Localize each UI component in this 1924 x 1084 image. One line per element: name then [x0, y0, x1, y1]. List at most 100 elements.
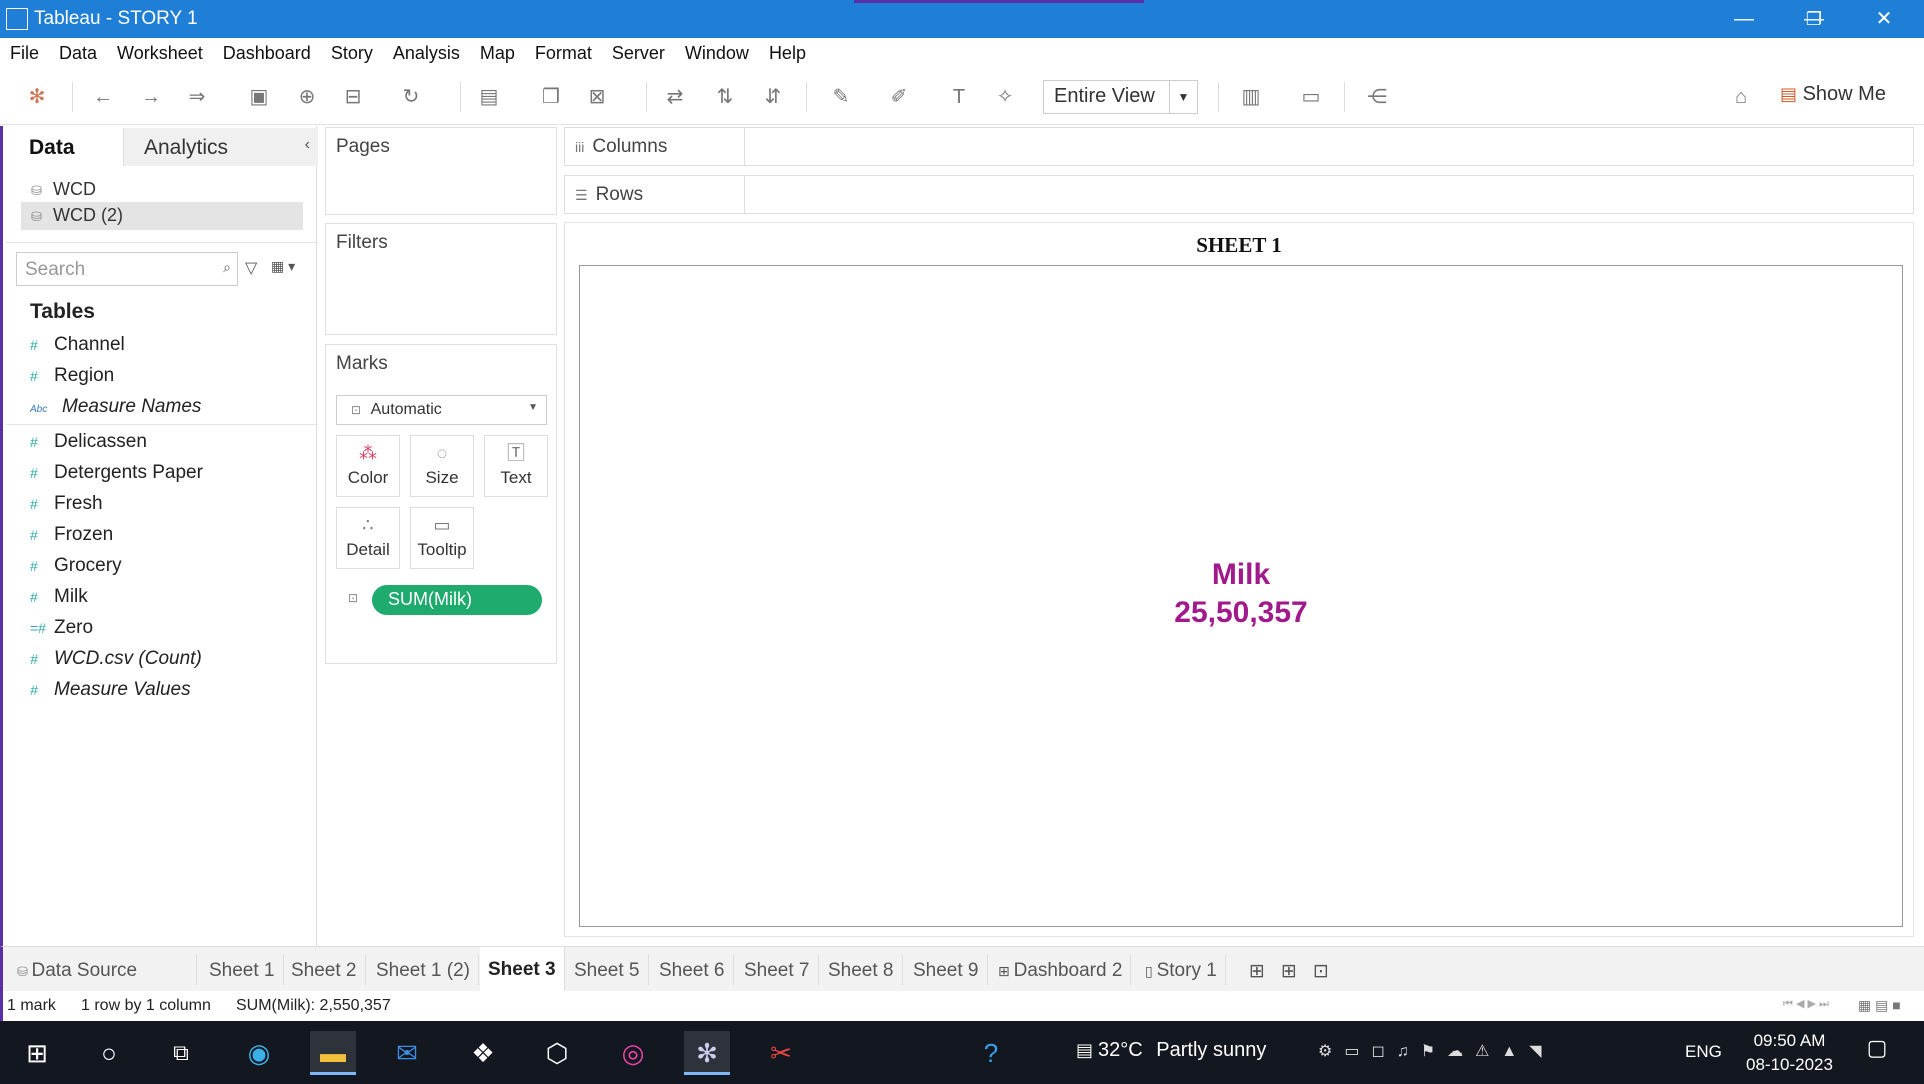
field-item[interactable]: # Delicassen: [30, 431, 147, 461]
show-cards-icon[interactable]: ▥: [1238, 84, 1264, 110]
search-circle-icon[interactable]: ○: [86, 1031, 132, 1075]
duplicate-sheet-icon[interactable]: ❐: [538, 84, 564, 110]
redo-icon[interactable]: →: [138, 84, 164, 110]
menu-story[interactable]: Story: [331, 43, 373, 64]
replay-icon[interactable]: ⇒: [184, 84, 210, 110]
show-me-button[interactable]: ▤ Show Me: [1780, 83, 1886, 106]
tab-sheet-3[interactable]: Sheet 3: [480, 947, 565, 992]
undo-icon[interactable]: ←: [90, 84, 116, 110]
new-datasource-icon[interactable]: ⊕: [294, 84, 320, 110]
new-story-tab-icon[interactable]: ⊡: [1305, 955, 1337, 985]
system-tray-icons[interactable]: ⚙▭◻♫⚑☁⚠▲◥: [1318, 1041, 1554, 1061]
dropbox-icon[interactable]: ❖: [460, 1031, 506, 1075]
size-button[interactable]: ◌ Size: [410, 435, 474, 497]
media-icon[interactable]: ◎: [610, 1031, 656, 1075]
field-item[interactable]: # Milk: [30, 586, 88, 616]
file-explorer-icon[interactable]: ▬: [310, 1031, 356, 1075]
share-icon[interactable]: ⋲: [1364, 84, 1390, 110]
view-tabs-icon[interactable]: ▦ ▤ ■: [1858, 997, 1901, 1014]
tab-sheet-7[interactable]: Sheet 7: [736, 955, 819, 985]
field-item[interactable]: Abc Measure Names: [30, 396, 201, 426]
field-item[interactable]: # Frozen: [30, 524, 113, 554]
tooltip-button[interactable]: ▭ Tooltip: [410, 507, 474, 569]
tab-dashboard-2[interactable]: ⊞ Dashboard 2: [990, 955, 1132, 985]
field-item[interactable]: # Detergents Paper: [30, 462, 203, 492]
field-item[interactable]: # WCD.csv (Count): [30, 648, 202, 678]
field-item[interactable]: =# Zero: [30, 617, 93, 647]
tab-data[interactable]: Data: [29, 136, 75, 160]
new-worksheet-tab-icon[interactable]: ⊞: [1241, 955, 1273, 985]
help-icon[interactable]: ?: [968, 1031, 1014, 1075]
sum-milk-pill[interactable]: SUM(Milk): [372, 585, 542, 615]
save-icon[interactable]: ▣: [246, 84, 272, 110]
field-item[interactable]: # Grocery: [30, 555, 122, 585]
menu-map[interactable]: Map: [480, 43, 515, 64]
paint-format-icon[interactable]: ⌂: [1728, 84, 1754, 110]
task-view-icon[interactable]: ⧉: [158, 1031, 204, 1075]
collapse-pane-icon[interactable]: ‹: [305, 136, 310, 154]
tab-analytics[interactable]: Analytics ‹: [123, 128, 318, 166]
tableau-taskbar-icon[interactable]: ✻: [684, 1031, 730, 1075]
close-window-button[interactable]: ✕: [1850, 2, 1918, 36]
field-item[interactable]: # Measure Values: [30, 679, 191, 709]
search-input[interactable]: Search ⌕: [16, 252, 238, 286]
menu-analysis[interactable]: Analysis: [393, 43, 460, 64]
field-item[interactable]: # Channel: [30, 334, 125, 364]
menu-worksheet[interactable]: Worksheet: [117, 43, 203, 64]
menu-file[interactable]: File: [10, 43, 39, 64]
tab-data-source[interactable]: ⛁ Data Source: [9, 955, 197, 985]
notification-icon[interactable]: ▢: [1862, 1035, 1892, 1065]
menu-data[interactable]: Data: [59, 43, 97, 64]
windows-start-icon[interactable]: ⊞: [14, 1031, 60, 1075]
color-button[interactable]: ⁂ Color: [336, 435, 400, 497]
menu-dashboard[interactable]: Dashboard: [223, 43, 311, 64]
pin-icon[interactable]: ✧: [992, 84, 1018, 110]
group-icon[interactable]: ✐: [886, 84, 912, 110]
datasource-item[interactable]: ⛁ WCD: [21, 176, 303, 204]
app-icon[interactable]: ⬡: [534, 1031, 580, 1075]
snipping-icon[interactable]: ✂: [758, 1031, 804, 1075]
view-options-icon[interactable]: ▦ ▾: [271, 258, 295, 275]
field-item[interactable]: # Region: [30, 365, 114, 395]
tab-nav-arrows-icon[interactable]: ⏮ ◀ ▶ ⏭: [1783, 997, 1829, 1011]
presentation-mode-icon[interactable]: ▭: [1298, 84, 1324, 110]
tab-sheet-1[interactable]: Sheet 1: [201, 955, 284, 985]
fit-view-select[interactable]: Entire View ▼: [1043, 80, 1198, 114]
tab-sheet-8[interactable]: Sheet 8: [820, 955, 903, 985]
clear-sheet-icon[interactable]: ⊠: [584, 84, 610, 110]
highlight-icon[interactable]: ✎: [828, 84, 854, 110]
detail-button[interactable]: ∴ Detail: [336, 507, 400, 569]
minimize-window-button[interactable]: —: [1710, 2, 1778, 36]
labels-icon[interactable]: T: [946, 84, 972, 110]
menu-window[interactable]: Window: [685, 43, 749, 64]
refresh-icon[interactable]: ↻: [398, 84, 424, 110]
filters-card[interactable]: Filters: [325, 223, 557, 335]
sort-descending-icon[interactable]: ⇵: [760, 84, 786, 110]
tab-sheet-5[interactable]: Sheet 5: [566, 955, 649, 985]
filter-icon[interactable]: ▽: [245, 258, 257, 278]
edge-icon[interactable]: ◉: [236, 1031, 282, 1075]
text-mark[interactable]: Milk 25,50,357: [580, 556, 1902, 632]
tab-sheet-9[interactable]: Sheet 9: [905, 955, 988, 985]
language-indicator[interactable]: ENG: [1685, 1042, 1722, 1062]
menu-help[interactable]: Help: [769, 43, 806, 64]
pages-card[interactable]: Pages: [325, 127, 557, 215]
weather-widget[interactable]: ▤ 32°C Partly sunny: [1076, 1039, 1266, 1062]
pause-updates-icon[interactable]: ⊟: [340, 84, 366, 110]
new-worksheet-icon[interactable]: ▤: [476, 84, 502, 110]
menu-format[interactable]: Format: [535, 43, 592, 64]
restore-window-button[interactable]: ❐: [1780, 2, 1848, 36]
tab-sheet-2[interactable]: Sheet 2: [283, 955, 366, 985]
mark-type-select[interactable]: ⊡ Automatic ▼: [336, 395, 547, 425]
tab-sheet-1-2[interactable]: Sheet 1 (2): [368, 955, 479, 985]
rows-shelf[interactable]: ☰ Rows: [564, 175, 1914, 214]
viz-canvas[interactable]: Milk 25,50,357: [579, 265, 1903, 927]
datasource-item-selected[interactable]: ⛁ WCD (2): [21, 202, 303, 230]
field-item[interactable]: # Fresh: [30, 493, 103, 523]
sort-ascending-icon[interactable]: ⇅: [712, 84, 738, 110]
text-button[interactable]: 🅃 Text: [484, 435, 548, 497]
menu-server[interactable]: Server: [612, 43, 665, 64]
tableau-logo-icon[interactable]: ✻: [24, 84, 50, 110]
tab-story-1[interactable]: ▯ Story 1: [1137, 955, 1226, 985]
new-dashboard-tab-icon[interactable]: ⊞: [1273, 955, 1305, 985]
